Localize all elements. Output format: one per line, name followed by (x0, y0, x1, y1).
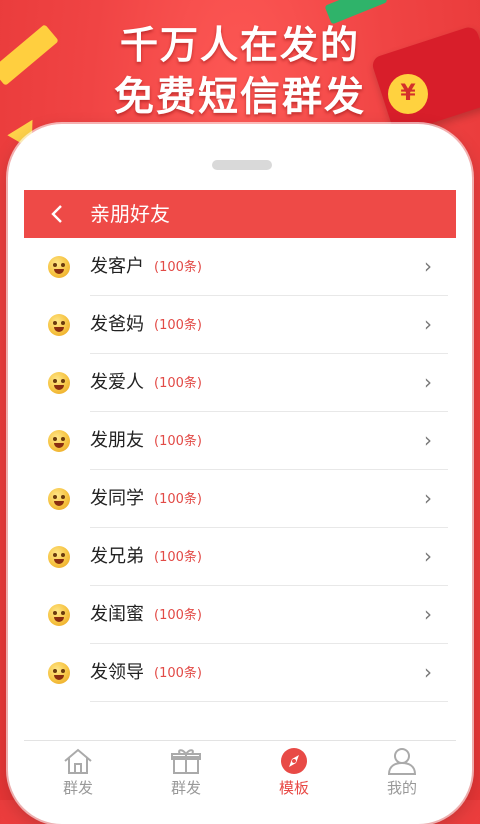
list-item[interactable]: 发闺蜜 (100条) › (24, 586, 456, 644)
item-count: (100条) (154, 608, 202, 623)
page-title: 亲朋好友 (90, 202, 170, 226)
item-count: (100条) (154, 666, 202, 681)
emoji-icon (48, 604, 70, 626)
item-label: 发领导 (90, 662, 144, 683)
item-count: (100条) (154, 492, 202, 507)
item-label: 发闺蜜 (90, 604, 144, 625)
app-screen: 亲朋好友 发客户 (100条) › 发爸妈 (100条) › 发爱人 (100条… (24, 190, 456, 800)
phone-frame: 亲朋好友 发客户 (100条) › 发爸妈 (100条) › 发爱人 (100条… (8, 124, 472, 824)
item-count: (100条) (154, 260, 202, 275)
item-count: (100条) (154, 318, 202, 333)
tab-mass-send[interactable]: 群发 (24, 741, 132, 800)
item-label: 发朋友 (90, 430, 144, 451)
list-item[interactable]: 发爱人 (100条) › (24, 354, 456, 412)
bottom-tab-bar: 群发 群发 模板 我的 (24, 740, 456, 800)
list-item[interactable]: 发兄弟 (100条) › (24, 528, 456, 586)
chevron-right-icon: › (424, 370, 432, 394)
emoji-icon (48, 314, 70, 336)
emoji-icon (48, 488, 70, 510)
item-count: (100条) (154, 376, 202, 391)
title-bar: 亲朋好友 (24, 190, 456, 238)
item-count: (100条) (154, 434, 202, 449)
chevron-right-icon: › (424, 602, 432, 626)
item-label: 发爸妈 (90, 314, 144, 335)
emoji-icon (48, 372, 70, 394)
template-list: 发客户 (100条) › 发爸妈 (100条) › 发爱人 (100条) › 发… (24, 238, 456, 740)
compass-icon (278, 747, 310, 775)
phone-speaker (212, 160, 272, 170)
item-count: (100条) (154, 550, 202, 565)
tab-templates[interactable]: 模板 (240, 741, 348, 800)
chevron-right-icon: › (424, 254, 432, 278)
user-icon (386, 747, 418, 775)
list-item[interactable]: 发领导 (100条) › (24, 644, 456, 702)
emoji-icon (48, 662, 70, 684)
list-item[interactable]: 发同学 (100条) › (24, 470, 456, 528)
list-item[interactable]: 发客户 (100条) › (24, 238, 456, 296)
chevron-right-icon: › (424, 544, 432, 568)
chevron-left-icon[interactable] (46, 200, 70, 228)
tab-label: 群发 (62, 779, 93, 797)
home-icon (62, 747, 94, 775)
chevron-right-icon: › (424, 660, 432, 684)
promo-banner: ¥ 千万人在发的 免费短信群发 (0, 0, 480, 150)
promo-headline-1: 千万人在发的 (119, 23, 360, 67)
list-item[interactable]: 发朋友 (100条) › (24, 412, 456, 470)
promo-headline-2: 免费短信群发 (114, 74, 366, 120)
item-label: 发同学 (90, 488, 144, 509)
tab-label: 模板 (278, 779, 309, 797)
list-item[interactable]: 发爸妈 (100条) › (24, 296, 456, 354)
item-label: 发爱人 (90, 372, 144, 393)
item-label: 发兄弟 (90, 546, 144, 567)
tab-mine[interactable]: 我的 (348, 741, 456, 800)
emoji-icon (48, 546, 70, 568)
tab-label: 群发 (170, 779, 201, 797)
divider (90, 701, 448, 702)
item-label: 发客户 (90, 256, 144, 277)
chevron-right-icon: › (424, 486, 432, 510)
gift-icon (170, 747, 202, 775)
chevron-right-icon: › (424, 312, 432, 336)
tab-gift-send[interactable]: 群发 (132, 741, 240, 800)
emoji-icon (48, 256, 70, 278)
emoji-icon (48, 430, 70, 452)
chevron-right-icon: › (424, 428, 432, 452)
tab-label: 我的 (386, 779, 417, 797)
